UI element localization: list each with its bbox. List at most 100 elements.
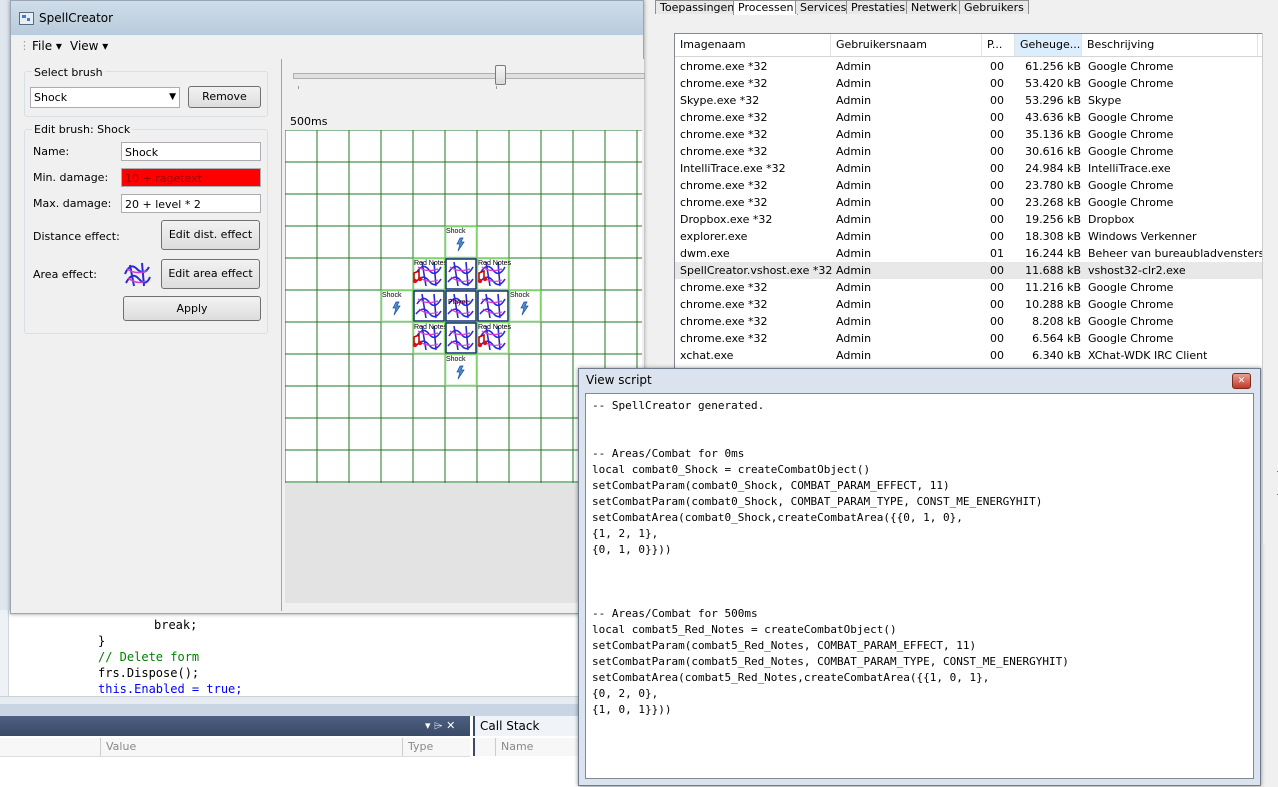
process-row[interactable]: chrome.exe *32 Admin 00 23.780 kB Google Chr… bbox=[675, 177, 1263, 194]
tab-netwerk[interactable]: Netwerk bbox=[906, 0, 962, 14]
column-p[interactable]: P... bbox=[982, 34, 1015, 56]
process-row[interactable]: explorer.exe Admin 00 18.308 kB Windows Verk… bbox=[675, 228, 1263, 245]
process-row[interactable]: Skype.exe *32 Admin 00 53.296 kB Skype bbox=[675, 92, 1263, 109]
process-cell-p: 00 bbox=[990, 230, 1004, 243]
column-imagenaam[interactable]: Imagenaam bbox=[675, 34, 831, 56]
grid-cell-energy[interactable] bbox=[444, 321, 478, 355]
apply-button[interactable]: Apply bbox=[123, 296, 261, 321]
grid-cell-note[interactable]: Red Notes bbox=[476, 321, 512, 355]
menu-file[interactable]: File ▾ bbox=[32, 39, 62, 53]
tab-services[interactable]: Services bbox=[795, 0, 852, 14]
remove-button[interactable]: Remove bbox=[188, 86, 261, 108]
grid-cell-shock[interactable]: Shock bbox=[508, 289, 542, 323]
edit-dist-effect-button[interactable]: Edit dist. effect bbox=[161, 220, 260, 250]
process-row[interactable]: Dropbox.exe *32 Admin 00 19.256 kB Dropbox bbox=[675, 211, 1263, 228]
process-row[interactable]: IntelliTrace.exe *32 Admin 00 24.984 kB Inte… bbox=[675, 160, 1263, 177]
grid-cell-label: Red Notes bbox=[414, 260, 448, 267]
column-type[interactable]: Type bbox=[402, 738, 433, 756]
process-cell-mem: 11.688 kB bbox=[1025, 264, 1081, 277]
grid-cell-shock[interactable]: Shock bbox=[444, 225, 478, 259]
process-cell-name: chrome.exe *32 bbox=[680, 196, 768, 209]
tab-prestaties[interactable]: Prestaties bbox=[846, 0, 911, 14]
code-comment: // Delete form bbox=[98, 650, 200, 664]
process-cell-user: Admin bbox=[836, 179, 872, 192]
grid-cell-note[interactable]: Red Notes bbox=[412, 257, 448, 291]
process-cell-user: Admin bbox=[836, 145, 872, 158]
process-row[interactable]: xchat.exe Admin 00 6.340 kB XChat-WDK IRC Cl… bbox=[675, 347, 1263, 364]
process-cell-p: 00 bbox=[990, 162, 1004, 175]
brush-select[interactable]: Shock ▼ bbox=[30, 87, 180, 108]
process-row[interactable]: chrome.exe *32 Admin 00 23.268 kB Google Chr… bbox=[675, 194, 1263, 211]
script-line bbox=[592, 590, 1247, 606]
process-list-scrollbar[interactable] bbox=[1262, 33, 1277, 543]
name-input[interactable]: Shock bbox=[121, 142, 261, 161]
process-cell-p: 00 bbox=[990, 145, 1004, 158]
process-cell-mem: 30.616 kB bbox=[1025, 145, 1081, 158]
process-cell-mem: 24.984 kB bbox=[1025, 162, 1081, 175]
grid-cell-player[interactable]: Player bbox=[444, 289, 478, 323]
red-note-icon bbox=[412, 342, 418, 348]
process-cell-desc: vshost32-clr2.exe bbox=[1088, 264, 1186, 277]
process-row[interactable]: chrome.exe *32 Admin 00 61.256 kB Google Chr… bbox=[675, 58, 1263, 75]
process-row[interactable]: chrome.exe *32 Admin 00 6.564 kB Google Chro… bbox=[675, 330, 1263, 347]
grid-cell-note[interactable]: Red Notes bbox=[412, 321, 448, 355]
column-gebruikersnaam[interactable]: Gebruikersnaam bbox=[831, 34, 982, 56]
process-cell-user: Admin bbox=[836, 213, 872, 226]
grid-cell-border bbox=[444, 321, 478, 355]
process-cell-name: SpellCreator.vshost.exe *32 bbox=[680, 264, 833, 277]
process-row[interactable]: chrome.exe *32 Admin 00 43.636 kB Google Chr… bbox=[675, 109, 1263, 126]
process-row[interactable]: chrome.exe *32 Admin 00 8.208 kB Google Chro… bbox=[675, 313, 1263, 330]
close-icon[interactable]: ✕ bbox=[1232, 373, 1251, 389]
time-slider-track[interactable] bbox=[293, 73, 645, 79]
script-textbox[interactable]: -- SpellCreator generated. -- Areas/Comb… bbox=[585, 393, 1254, 779]
process-cell-mem: 61.256 kB bbox=[1025, 60, 1081, 73]
process-row[interactable]: chrome.exe *32 Admin 00 11.216 kB Google Chr… bbox=[675, 279, 1263, 296]
process-row[interactable]: chrome.exe *32 Admin 00 30.616 kB Google Chr… bbox=[675, 143, 1263, 160]
max-damage-input[interactable]: 20 + level * 2 bbox=[121, 194, 261, 213]
process-cell-mem: 6.340 kB bbox=[1032, 349, 1081, 362]
panel-pin-icon[interactable]: ▾ ⌲ ✕ bbox=[425, 719, 455, 733]
task-manager-tabs: Toepassingen Processen Services Prestati… bbox=[640, 0, 1278, 15]
script-line bbox=[592, 430, 1247, 446]
script-line: setCombatParam(combat0_Shock, COMBAT_PAR… bbox=[592, 479, 950, 492]
process-cell-name: explorer.exe bbox=[680, 230, 748, 243]
process-cell-mem: 35.136 kB bbox=[1025, 128, 1081, 141]
process-cell-user: Admin bbox=[836, 77, 872, 90]
app-icon bbox=[19, 12, 34, 25]
column-geheugen[interactable]: Geheuge... bbox=[1015, 34, 1082, 56]
edit-area-effect-button[interactable]: Edit area effect bbox=[161, 259, 260, 289]
process-cell-mem: 53.296 kB bbox=[1025, 94, 1081, 107]
column-beschrijving[interactable]: Beschrijving bbox=[1082, 34, 1258, 56]
grid-cell-label: Shock bbox=[382, 292, 402, 299]
process-row[interactable]: SpellCreator.vshost.exe *32 Admin 00 11.688… bbox=[675, 262, 1263, 279]
spellcreator-titlebar[interactable]: SpellCreator bbox=[11, 1, 643, 35]
grid-cell-label: Shock bbox=[446, 228, 466, 235]
process-cell-p: 01 bbox=[990, 247, 1004, 260]
process-row[interactable]: chrome.exe *32 Admin 00 53.420 kB Google Chr… bbox=[675, 75, 1263, 92]
menu-view[interactable]: View ▾ bbox=[70, 39, 108, 53]
grid-cell-energy[interactable] bbox=[476, 289, 510, 323]
process-cell-desc: Google Chrome bbox=[1088, 298, 1174, 311]
process-cell-desc: Google Chrome bbox=[1088, 196, 1174, 209]
tab-toepassingen[interactable]: Toepassingen bbox=[655, 0, 740, 14]
process-cell-name: chrome.exe *32 bbox=[680, 298, 768, 311]
grid-cell-shock[interactable]: Shock bbox=[444, 353, 478, 387]
grid-cell-energy[interactable] bbox=[444, 257, 478, 291]
process-cell-desc: Google Chrome bbox=[1088, 77, 1174, 90]
slider-tick bbox=[496, 86, 497, 89]
tab-gebruikers[interactable]: Gebruikers bbox=[959, 0, 1029, 14]
tab-processen[interactable]: Processen bbox=[733, 0, 799, 15]
column-name[interactable]: Name bbox=[495, 738, 533, 756]
grid-cell-note[interactable]: Red Notes bbox=[476, 257, 512, 291]
process-list[interactable]: Imagenaam Gebruikersnaam P... Geheuge...… bbox=[674, 33, 1264, 370]
min-damage-input[interactable]: 10 + ragetext bbox=[121, 168, 261, 187]
time-slider-thumb[interactable] bbox=[494, 65, 506, 85]
process-row[interactable]: dwm.exe Admin 01 16.244 kB Beheer van bureau… bbox=[675, 245, 1263, 262]
code-editor[interactable]: break; } // Delete form frs.Dispose(); t… bbox=[0, 610, 580, 716]
grid-cell-shock[interactable]: Shock bbox=[380, 289, 414, 323]
grid-cell-energy[interactable] bbox=[412, 289, 446, 323]
process-row[interactable]: chrome.exe *32 Admin 00 35.136 kB Google Chr… bbox=[675, 126, 1263, 143]
process-row[interactable]: chrome.exe *32 Admin 00 10.288 kB Google Chr… bbox=[675, 296, 1263, 313]
menu-grip: ⋮ bbox=[19, 39, 30, 52]
column-value[interactable]: Value bbox=[100, 738, 136, 756]
